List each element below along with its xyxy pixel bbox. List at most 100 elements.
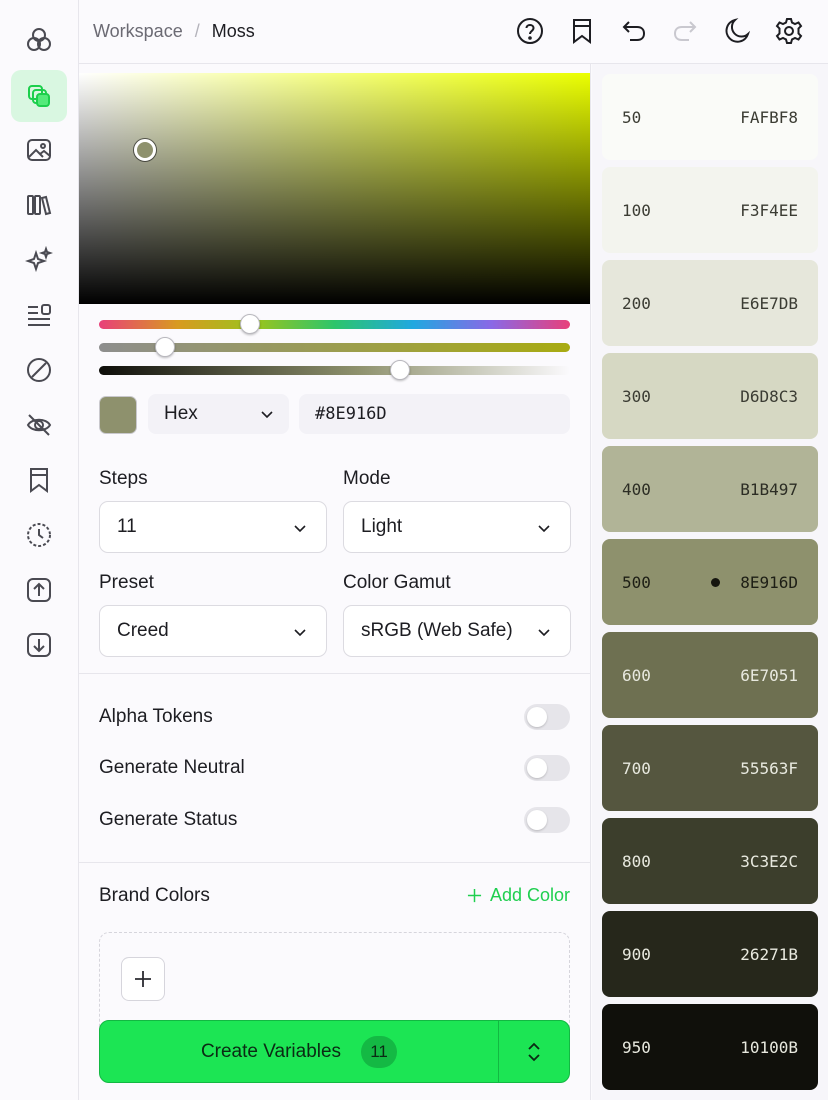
rail-sparkle-button[interactable] xyxy=(11,234,67,286)
settings-button[interactable] xyxy=(772,14,806,48)
undo-button[interactable] xyxy=(617,14,651,48)
rail-bookmark-button[interactable] xyxy=(11,454,67,506)
selected-indicator-dot xyxy=(711,577,721,587)
add-brand-color-button[interactable] xyxy=(121,957,165,1001)
scale-step-100[interactable]: 100 F3F4EE xyxy=(602,167,818,253)
scale-step-hex-group: F3F4EE xyxy=(740,201,798,220)
color-gamut-label: Color Gamut xyxy=(343,572,451,593)
scale-step-hex-group: 55563F xyxy=(740,759,798,778)
help-button[interactable] xyxy=(513,14,547,48)
hex-value-input[interactable] xyxy=(299,394,570,434)
chevron-down-icon xyxy=(292,624,308,640)
scale-step-400[interactable]: 400 B1B497 xyxy=(602,446,818,532)
color-format-value: Hex xyxy=(164,403,198,424)
rail-palette-button[interactable] xyxy=(11,14,67,66)
saturation-lightness-picker[interactable] xyxy=(79,73,590,304)
mode-value: Light xyxy=(361,516,403,537)
steps-value: 11 xyxy=(117,516,137,537)
preset-dropdown[interactable]: Creed xyxy=(99,605,327,657)
library-icon xyxy=(27,195,52,216)
alpha-tokens-label: Alpha Tokens xyxy=(99,706,213,727)
rail-image-button[interactable] xyxy=(11,124,67,176)
color-format-select[interactable]: Hex xyxy=(148,394,289,434)
scale-step-200[interactable]: 200 E6E7DB xyxy=(602,260,818,346)
slash-circle-icon xyxy=(27,358,51,382)
color-gamut-value: sRGB (Web Safe) xyxy=(361,620,513,641)
rail-layers-button[interactable] xyxy=(11,70,67,122)
redo-button[interactable] xyxy=(668,14,702,48)
add-color-label: Add Color xyxy=(489,885,570,905)
scale-step-50[interactable]: 50 FAFBF8 xyxy=(602,74,818,160)
saturation-slider[interactable] xyxy=(99,337,570,357)
settings-icon xyxy=(775,18,803,44)
scale-step-700[interactable]: 700 55563F xyxy=(602,725,818,811)
scale-step-300[interactable]: 300 D6D8C3 xyxy=(602,353,818,439)
generate-neutral-toggle[interactable] xyxy=(524,755,570,781)
current-color-swatch[interactable] xyxy=(99,396,137,434)
lightness-slider[interactable] xyxy=(99,360,570,380)
scale-step-950[interactable]: 950 10100B xyxy=(602,1004,818,1090)
hue-slider[interactable] xyxy=(99,314,570,334)
create-variables-button[interactable]: Create Variables 11 xyxy=(100,1021,499,1082)
create-variables-label: Create Variables xyxy=(200,1040,342,1062)
rail-download-button[interactable] xyxy=(11,619,67,671)
bookmark-icon xyxy=(30,468,48,493)
scale-step-800[interactable]: 800 3C3E2C xyxy=(602,818,818,904)
scale-step-hex: 6E7051 xyxy=(740,665,798,685)
moon-icon xyxy=(725,18,751,43)
breadcrumb-workspace[interactable]: Workspace xyxy=(93,21,183,42)
scale-step-hex-group: D6D8C3 xyxy=(740,387,798,406)
generate-status-toggle[interactable] xyxy=(524,807,570,833)
lightness-slider-knob[interactable] xyxy=(390,360,411,380)
scale-step-hex-group: E6E7DB xyxy=(740,294,798,313)
plus-icon xyxy=(467,888,482,903)
rail-visibility-button[interactable] xyxy=(11,399,67,451)
create-options-button[interactable] xyxy=(499,1021,569,1082)
alpha-tokens-row: Alpha Tokens xyxy=(99,703,570,731)
bookmark-button[interactable] xyxy=(565,14,599,48)
rail-history-button[interactable] xyxy=(11,509,67,561)
rail-list-button[interactable] xyxy=(11,289,67,341)
scale-step-label: 950 xyxy=(622,1037,651,1057)
plus-icon xyxy=(135,971,151,987)
breadcrumb-separator: / xyxy=(194,21,200,41)
layers-icon xyxy=(28,85,50,107)
dark-mode-button[interactable] xyxy=(720,14,754,48)
scale-step-label: 900 xyxy=(622,944,651,964)
scale-step-hex-group: 3C3E2C xyxy=(740,852,798,871)
section-divider xyxy=(79,673,590,674)
breadcrumb-current: Moss xyxy=(211,21,255,41)
breadcrumb: Workspace / Moss xyxy=(93,21,255,42)
scale-step-hex-group: 26271B xyxy=(740,945,798,964)
help-icon xyxy=(517,18,543,44)
rail-library-button[interactable] xyxy=(11,179,67,231)
scale-step-hex: B1B497 xyxy=(740,479,798,499)
download-icon xyxy=(27,633,51,657)
scale-step-hex: FAFBF8 xyxy=(740,107,798,127)
add-color-button[interactable]: Add Color xyxy=(467,885,570,906)
chevron-up-down-icon xyxy=(528,1042,540,1061)
image-icon xyxy=(27,139,51,161)
generate-neutral-label: Generate Neutral xyxy=(99,757,245,778)
scale-step-500[interactable]: 500 8E916D xyxy=(602,539,818,625)
steps-dropdown[interactable]: 11 xyxy=(99,501,327,553)
hue-slider-knob[interactable] xyxy=(239,314,260,334)
picker-handle[interactable] xyxy=(134,139,156,161)
scale-step-label: 800 xyxy=(622,851,651,871)
scale-step-900[interactable]: 900 26271B xyxy=(602,911,818,997)
saturation-slider-knob[interactable] xyxy=(154,337,175,357)
upload-icon xyxy=(27,578,51,602)
scale-step-label: 50 xyxy=(622,107,642,127)
scale-step-600[interactable]: 600 6E7051 xyxy=(602,632,818,718)
mode-dropdown[interactable]: Light xyxy=(343,501,571,553)
color-gamut-dropdown[interactable]: sRGB (Web Safe) xyxy=(343,605,571,657)
scale-step-hex-group: 8E916D xyxy=(711,573,798,592)
top-bar: Workspace / Moss xyxy=(79,0,828,64)
history-icon xyxy=(27,523,51,547)
rail-upload-button[interactable] xyxy=(11,564,67,616)
scale-step-hex: 10100B xyxy=(740,1037,798,1057)
steps-label: Steps xyxy=(99,468,148,489)
alpha-tokens-toggle[interactable] xyxy=(524,704,570,730)
scale-step-label: 100 xyxy=(622,200,651,220)
rail-slash-button[interactable] xyxy=(11,344,67,396)
